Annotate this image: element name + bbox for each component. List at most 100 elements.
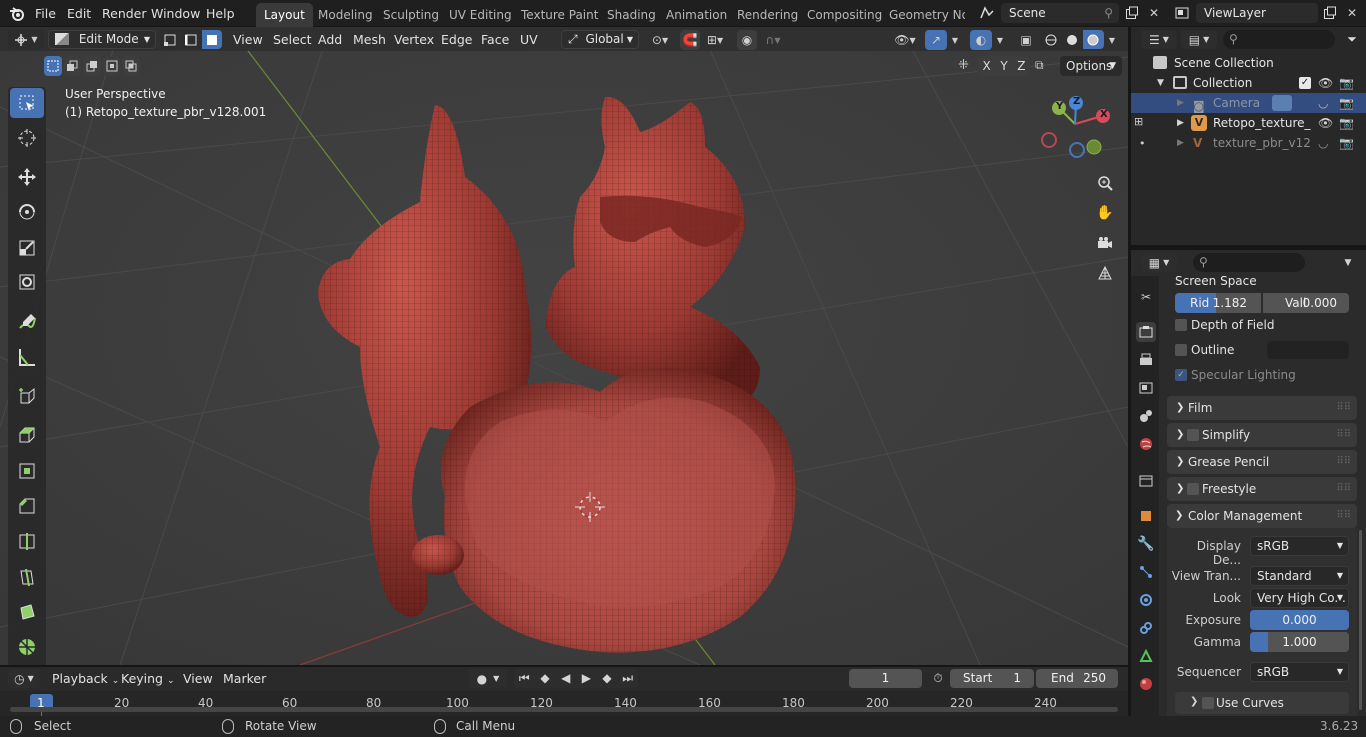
outline-color-swatch[interactable] <box>1267 341 1349 359</box>
drag-handle-icon[interactable]: ⠿⠿ <box>1336 504 1351 528</box>
pin-icon[interactable]: ⚲ <box>1104 3 1113 23</box>
outliner-editor-icon[interactable]: ☰ ▼ <box>1141 30 1177 49</box>
properties-scrollbar[interactable] <box>1359 530 1362 710</box>
constraints-tab-icon[interactable] <box>1136 618 1156 638</box>
snap-target-icon[interactable]: ⊞ ▼ <box>700 30 730 50</box>
sequencer-dropdown[interactable]: sRGB ▼ <box>1250 662 1349 682</box>
eye-icon[interactable]: 👁 <box>1318 73 1333 93</box>
loop-cut-tool-icon[interactable] <box>10 526 44 556</box>
drag-handle-icon[interactable]: ⠿⠿ <box>1336 396 1351 420</box>
face-select-icon[interactable] <box>202 30 222 49</box>
eye-closed-icon[interactable]: ◡ <box>1318 133 1328 153</box>
select-invert-icon[interactable] <box>102 56 121 76</box>
scene-field[interactable]: Scene ⚲ <box>1001 3 1119 23</box>
menu-keying[interactable]: Keying ⌄ <box>117 669 179 688</box>
camera-render-icon[interactable]: 📷 <box>1339 93 1354 113</box>
timeline-editor-icon[interactable]: ◷ ▼ <box>8 669 40 688</box>
menu-edge[interactable]: Edge <box>437 30 476 49</box>
delete-view-layer-icon[interactable]: ✕ <box>1341 3 1363 23</box>
gamma-slider[interactable]: 1.000 <box>1250 632 1349 652</box>
hierarchy-icon[interactable]: ⊞ <box>1134 115 1143 128</box>
outliner-search-input[interactable]: ⚲ <box>1223 30 1335 49</box>
ortho-grid-icon[interactable] <box>1092 260 1118 286</box>
transform-tool-icon[interactable] <box>10 267 44 297</box>
rid-slider[interactable]: Rid 1.182 <box>1175 293 1261 313</box>
display-device-dropdown[interactable]: sRGB ▼ <box>1250 536 1349 556</box>
properties-editor-icon[interactable]: ▦ ▼ <box>1141 253 1177 272</box>
scene-selector-icon[interactable] <box>973 3 1001 23</box>
gizmo-toggle-icon[interactable]: ↗ <box>925 30 947 50</box>
menu-help[interactable]: Help <box>206 4 235 23</box>
solid-shading-icon[interactable] <box>1061 30 1082 49</box>
3d-viewport[interactable]: Y Z X User Perspective (1) Retopo_textur… <box>0 27 1128 665</box>
start-frame-field[interactable]: Start 1 <box>950 669 1034 688</box>
use-curves-subpanel[interactable]: ❯ Use Curves <box>1175 692 1349 714</box>
specular-lighting-checkbox[interactable]: ✓ <box>1175 369 1187 381</box>
scene-tab-icon[interactable] <box>1136 406 1156 426</box>
camera-render-disabled-icon[interactable]: 📷 <box>1339 133 1354 153</box>
menu-mesh[interactable]: Mesh <box>349 30 390 49</box>
menu-file[interactable]: File <box>35 4 56 23</box>
view-layer-icon[interactable] <box>1168 3 1196 23</box>
edge-select-icon[interactable] <box>181 30 201 49</box>
eye-closed-icon[interactable]: ◡ <box>1318 93 1328 113</box>
options-dropdown[interactable]: Options ▼ <box>1060 56 1122 76</box>
delete-scene-icon[interactable]: ✕ <box>1143 3 1165 23</box>
new-scene-icon[interactable] <box>1121 3 1143 23</box>
tab-rendering[interactable]: Rendering <box>729 3 806 27</box>
editor-type-selector[interactable]: ▼ <box>8 30 44 49</box>
stopwatch-icon[interactable]: ⏱ <box>929 669 947 688</box>
tab-modeling[interactable]: Modeling <box>310 3 381 27</box>
new-view-layer-icon[interactable] <box>1319 3 1341 23</box>
menu-face[interactable]: Face <box>477 30 513 49</box>
extrude-tool-icon[interactable] <box>10 420 44 450</box>
select-subtract-icon[interactable] <box>83 56 101 76</box>
tab-compositing[interactable]: Compositing <box>799 3 890 27</box>
simplify-checkbox[interactable] <box>1187 429 1199 441</box>
blender-logo-icon[interactable] <box>8 5 26 23</box>
menu-vertex[interactable]: Vertex <box>390 30 438 49</box>
prev-keyframe-icon[interactable]: ◆ <box>535 669 556 688</box>
add-cube-tool-icon[interactable] <box>10 381 44 411</box>
proportional-edit-icon[interactable]: ◉ <box>737 30 757 50</box>
panel-color-management[interactable]: ❯ Color Management ⠿⠿ <box>1167 504 1357 528</box>
select-extend-icon[interactable] <box>63 56 82 76</box>
view-layer-tab-icon[interactable] <box>1136 378 1156 398</box>
tab-geometry-nodes[interactable]: Geometry Noc <box>881 3 965 27</box>
select-box-tool-icon[interactable] <box>10 88 44 118</box>
annotate-tool-icon[interactable] <box>10 307 44 337</box>
view-transform-dropdown[interactable]: Standard ▼ <box>1250 566 1349 586</box>
jump-start-icon[interactable]: ⏮ <box>514 669 535 688</box>
auto-keying-icon[interactable]: ● ▼ <box>469 669 507 688</box>
menu-playback[interactable]: Playback ⌄ <box>48 669 123 688</box>
camera-render-icon[interactable]: 📷 <box>1339 73 1354 93</box>
mode-dropdown[interactable]: Edit Mode ▼ <box>48 30 156 49</box>
vall-slider[interactable]: Vall 0.000 <box>1263 293 1349 313</box>
physics-tab-icon[interactable] <box>1136 590 1156 610</box>
outliner-row-collection[interactable]: ▼ Collection ✓ 👁 📷 <box>1131 73 1366 93</box>
outliner-row-scene-collection[interactable]: Scene Collection <box>1131 53 1366 73</box>
menu-render[interactable]: Render <box>102 4 147 23</box>
menu-window[interactable]: Window <box>151 4 200 23</box>
menu-view[interactable]: View <box>229 30 267 49</box>
xray-toggle-icon[interactable]: ▣ <box>1015 30 1037 50</box>
snap-toggle-icon[interactable]: 🧲 <box>680 30 700 50</box>
menu-edit[interactable]: Edit <box>67 4 91 23</box>
mirror-icon[interactable]: ⁜ <box>958 58 976 76</box>
chevron-down-icon[interactable]: ▼ <box>1339 253 1357 272</box>
panel-grease-pencil[interactable]: ❯ Grease Pencil ⠿⠿ <box>1167 450 1357 474</box>
tab-animation[interactable]: Animation <box>658 3 735 27</box>
render-tab-icon[interactable] <box>1136 322 1156 342</box>
freestyle-checkbox[interactable] <box>1187 483 1199 495</box>
axis-y-toggle[interactable]: Y <box>995 56 1012 76</box>
proportional-falloff-icon[interactable]: ∩ ▼ <box>758 30 788 50</box>
exposure-slider[interactable]: 0.000 <box>1250 610 1349 630</box>
poly-build-tool-icon[interactable] <box>10 597 44 627</box>
checkbox-icon[interactable]: ✓ <box>1299 77 1311 89</box>
end-frame-field[interactable]: End 250 <box>1036 669 1118 688</box>
rotate-tool-icon[interactable] <box>10 197 44 227</box>
panel-freestyle[interactable]: ❯ Freestyle ⠿⠿ <box>1167 477 1357 501</box>
drag-handle-icon[interactable]: ⠿⠿ <box>1336 477 1351 501</box>
tab-layout[interactable]: Layout <box>256 3 313 27</box>
bevel-tool-icon[interactable] <box>10 491 44 521</box>
